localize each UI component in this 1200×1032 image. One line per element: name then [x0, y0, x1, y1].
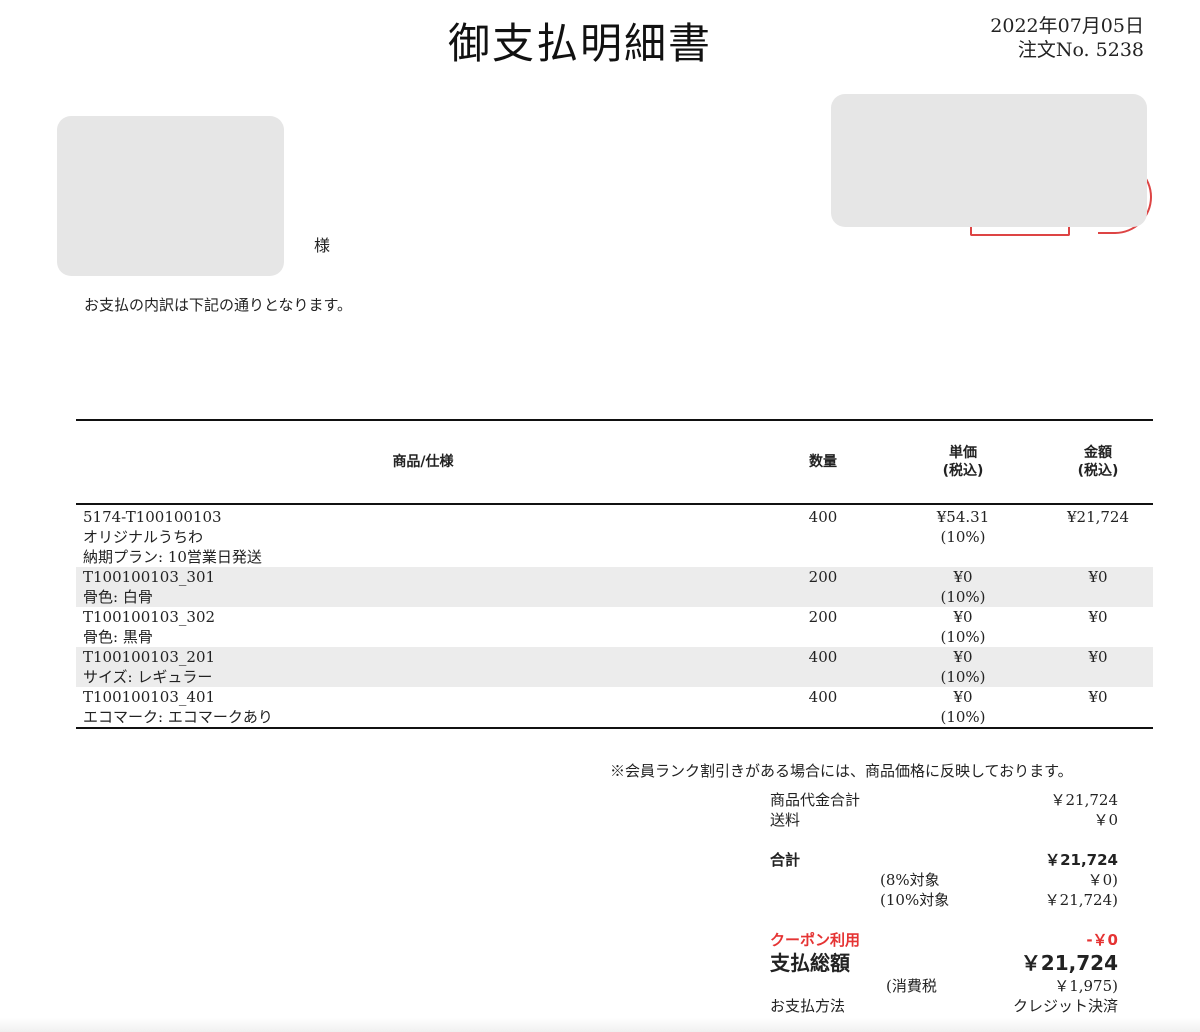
product-cell: 5174-T100100103 オリジナルうちわ納期プラン: 10営業日発送 — [76, 504, 763, 567]
amount-cell: ¥0 — [1088, 608, 1108, 626]
document-meta: 2022年07月05日 注文No. 5238 — [990, 14, 1144, 62]
tax-rate: (10%) — [940, 588, 986, 606]
product-code: T100100103_301 — [83, 568, 216, 586]
table-row: T100100103_201 サイズ: レギュラー 400 ¥0 (10%) ¥0 — [76, 647, 1153, 687]
header-product: 商品/仕様 — [76, 419, 763, 505]
product-spec: サイズ: レギュラー — [83, 668, 213, 686]
tax8-label: (8%対象 — [880, 871, 940, 889]
product-spec: エコマーク: エコマークあり — [83, 708, 273, 726]
unit-price-cell: ¥0 (10%) — [883, 647, 1043, 687]
redacted-company-info — [831, 94, 1147, 227]
amount-cell: ¥21,724 — [1066, 508, 1130, 526]
consumption-tax-value: ￥1,975) — [1054, 977, 1118, 995]
payment-method-row: お支払方法 クレジット決済 — [770, 996, 1118, 1016]
product-cell: T100100103_302 骨色: 黒骨 — [76, 607, 763, 647]
product-spec: 骨色: 白骨 — [83, 588, 153, 606]
consumption-tax-row: (消費税 ￥1,975) — [770, 976, 1118, 996]
shipping-row: 送料 ￥0 — [770, 810, 1118, 830]
amount-cell: ¥0 — [1043, 567, 1153, 607]
product-spec: 骨色: 黒骨 — [83, 628, 153, 646]
issue-date: 2022年07月05日 — [990, 15, 1144, 37]
quantity-cell: 400 — [763, 687, 883, 729]
quantity-cell: 200 — [763, 567, 883, 607]
items-table: 商品/仕様 数量 単価 (税込) 金額 (税込) 5174-T100100103… — [76, 419, 1153, 729]
tax10-label: (10%対象 — [880, 891, 950, 909]
document-title: 御支払明細書 — [447, 19, 712, 68]
product-code: T100100103_401 — [83, 688, 216, 706]
header-amount-tax: (税込) — [1077, 463, 1119, 479]
order-number: 注文No. 5238 — [1017, 39, 1144, 61]
product-cell: T100100103_201 サイズ: レギュラー — [76, 647, 763, 687]
table-row: T100100103_301 骨色: 白骨 200 ¥0 (10%) ¥0 — [76, 567, 1153, 607]
subtotal-value: ￥21,724 — [1050, 791, 1119, 809]
payment-method-value: クレジット決済 — [1012, 997, 1118, 1015]
grand-total-label: 支払総額 — [770, 951, 850, 975]
customer-honorific: 様 — [314, 236, 331, 255]
header-unit-price-label: 単価 — [949, 445, 977, 461]
product-spec: オリジナルうちわ — [83, 528, 204, 546]
tax-rate: (10%) — [940, 708, 986, 726]
total-label: 合計 — [770, 851, 801, 869]
quantity-cell: 400 — [808, 508, 838, 526]
total-value: ￥21,724 — [1045, 851, 1118, 869]
total-row: 合計 ￥21,724 — [770, 850, 1118, 870]
unit-price: ¥0 — [953, 568, 973, 586]
tax8-row: (8%対象 ￥0) — [770, 870, 1118, 890]
tax-rate: (10%) — [940, 628, 986, 646]
unit-price-cell: ¥0 (10%) — [883, 687, 1043, 729]
unit-price-cell: ¥54.31 (10%) — [883, 504, 1043, 567]
header-amount: 金額 (税込) — [1043, 419, 1153, 505]
unit-price-cell: ¥0 (10%) — [883, 607, 1043, 647]
shipping-label: 送料 — [770, 811, 801, 829]
header-unit-price-tax: (税込) — [942, 463, 984, 479]
subtotal-row: 商品代金合計 ￥21,724 — [770, 790, 1118, 810]
tax10-row: (10%対象 ￥21,724) — [770, 890, 1118, 910]
quantity-cell: 400 — [763, 647, 883, 687]
header-quantity: 数量 — [763, 419, 883, 505]
table-row: 5174-T100100103 オリジナルうちわ納期プラン: 10営業日発送 400… — [76, 504, 1153, 567]
page-bottom-edge — [0, 1018, 1200, 1032]
product-cell: T100100103_401 エコマーク: エコマークあり — [76, 687, 763, 729]
amount-cell: ¥0 — [1043, 687, 1153, 729]
grand-total-row: 支払総額 ￥21,724 — [770, 950, 1118, 976]
header-unit-price: 単価 (税込) — [883, 419, 1043, 505]
quantity-cell: 200 — [808, 608, 838, 626]
discount-note: ※会員ランク割引きがある場合には、商品価格に反映しております。 — [610, 762, 1073, 780]
tax-rate: (10%) — [940, 668, 986, 686]
tax-rate: (10%) — [940, 528, 986, 546]
product-spec: 納期プラン: 10営業日発送 — [83, 548, 262, 566]
unit-price-cell: ¥0 (10%) — [883, 567, 1043, 607]
intro-text: お支払の内訳は下記の通りとなります。 — [84, 296, 353, 314]
unit-price: ¥54.31 — [936, 508, 990, 526]
shipping-value: ￥0 — [1093, 811, 1118, 829]
product-code: T100100103_201 — [83, 648, 216, 666]
unit-price: ¥0 — [953, 648, 973, 666]
tax10-value: ￥21,724) — [1044, 891, 1118, 909]
product-code: 5174-T100100103 — [83, 508, 222, 526]
tax8-value: ￥0) — [1087, 871, 1118, 889]
table-header-row: 商品/仕様 数量 単価 (税込) 金額 (税込) — [76, 419, 1153, 505]
coupon-label: クーポン利用 — [770, 931, 861, 949]
consumption-tax-label: (消費税 — [886, 977, 937, 995]
table-row: T100100103_302 骨色: 黒骨 200 ¥0 (10%) ¥0 — [76, 607, 1153, 647]
table-row: T100100103_401 エコマーク: エコマークあり 400 ¥0 (10%) ¥0 — [76, 687, 1153, 729]
payment-method-label: お支払方法 — [770, 997, 846, 1015]
unit-price: ¥0 — [953, 688, 973, 706]
unit-price: ¥0 — [953, 608, 973, 626]
coupon-row: クーポン利用 -￥0 — [770, 930, 1118, 950]
product-code: T100100103_302 — [83, 608, 216, 626]
coupon-value: -￥0 — [1086, 931, 1118, 949]
grand-total-value: ￥21,724 — [1020, 951, 1118, 975]
subtotal-label: 商品代金合計 — [770, 791, 861, 809]
summary-block: 商品代金合計 ￥21,724 送料 ￥0 合計 ￥21,724 (8%対象 ￥0… — [770, 790, 1118, 1016]
product-cell: T100100103_301 骨色: 白骨 — [76, 567, 763, 607]
redacted-customer-name — [57, 116, 284, 276]
header-amount-label: 金額 — [1084, 445, 1112, 461]
amount-cell: ¥0 — [1043, 647, 1153, 687]
